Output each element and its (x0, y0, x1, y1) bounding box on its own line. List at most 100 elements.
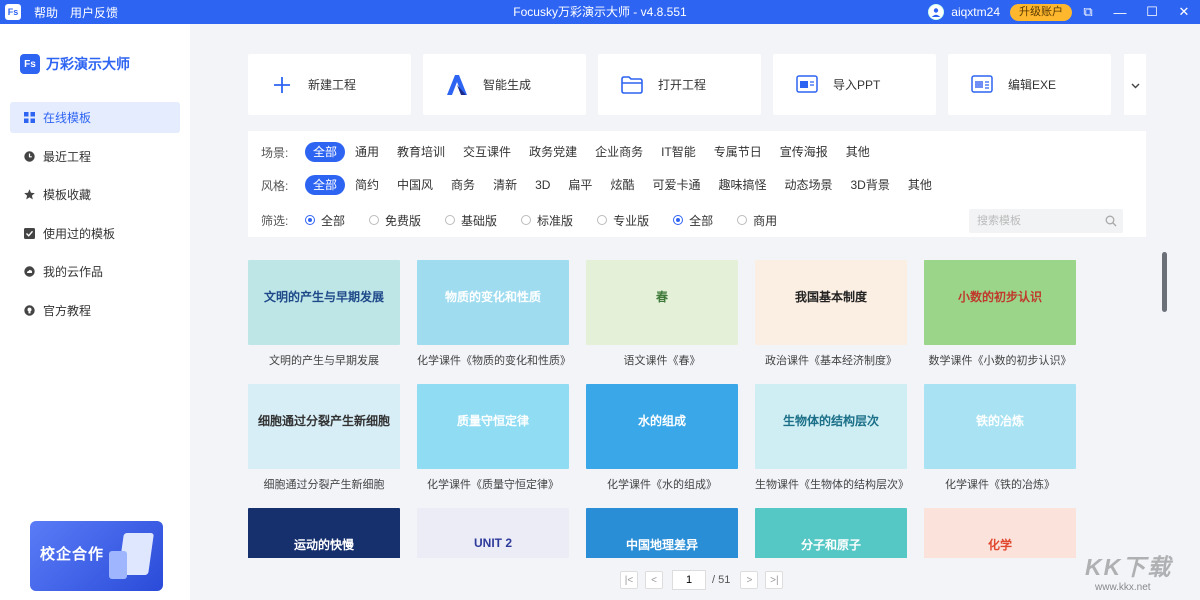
import-ppt-button[interactable]: 导入PPT (773, 54, 936, 115)
sidebar-item-recent-projects[interactable]: 最近工程 (10, 141, 180, 172)
style-chip[interactable]: 趣味搞怪 (710, 175, 774, 195)
sidebar-item-favorites[interactable]: 模板收藏 (10, 179, 180, 210)
sidebar-item-cloud-works[interactable]: 我的云作品 (10, 256, 180, 287)
template-card[interactable]: 春语文课件《春》 (586, 260, 738, 370)
menu-help[interactable]: 帮助 (34, 4, 58, 21)
chevron-down-icon (1131, 78, 1140, 92)
scene-chip[interactable]: 交互课件 (455, 142, 519, 162)
plus-icon (270, 73, 294, 97)
thumbnail-heading: 化学 (987, 538, 1012, 552)
style-chip[interactable]: 3D背景 (843, 175, 898, 195)
template-card[interactable]: 我国基本制度 政治课件《基本经济制度》 (755, 260, 907, 370)
scene-filter-row: 场景: 全部 通用 教育培训 交互课件 政务党建 企业商务 IT智能 专属节日 … (261, 142, 880, 162)
style-chip[interactable]: 清新 (485, 175, 525, 195)
style-chip[interactable]: 3D (527, 175, 558, 195)
version-radio-free[interactable]: 免费版 (369, 212, 421, 229)
scene-label: 场景: (261, 145, 289, 160)
radio-icon (597, 215, 608, 225)
style-chip[interactable]: 中国风 (389, 175, 441, 195)
version-radio-basic[interactable]: 基础版 (445, 212, 497, 229)
usage-radio-all[interactable]: 全部 (673, 212, 713, 229)
scene-chip[interactable]: 专属节日 (706, 142, 770, 162)
template-card[interactable]: 化学 (924, 508, 1076, 558)
template-card[interactable]: 中国地理差异 (586, 508, 738, 558)
template-title: 语文课件《春》 (623, 355, 701, 367)
radio-label: 免费版 (385, 213, 422, 228)
scene-chip[interactable]: 政务党建 (521, 142, 585, 162)
sidebar-item-used-templates[interactable]: 使用过的模板 (10, 218, 180, 249)
template-card[interactable]: UNIT 2 (417, 508, 569, 558)
template-card[interactable]: 文明的产生与早期发展 文明的产生与早期发展 (248, 260, 400, 370)
scene-chip[interactable]: 宣传海报 (772, 142, 836, 162)
action-label: 编辑EXE (1008, 78, 1057, 92)
close-icon[interactable]: ✕ (1168, 0, 1200, 24)
version-radio-standard[interactable]: 标准版 (521, 212, 573, 229)
style-chip[interactable]: 全部 (305, 175, 346, 195)
style-chip[interactable]: 其他 (900, 175, 940, 195)
page-total: / 51 (712, 574, 731, 586)
template-thumbnail: 运动的快慢 (248, 508, 400, 558)
style-chip[interactable]: 动态场景 (776, 175, 840, 195)
ai-generate-button[interactable]: 智能生成 (423, 54, 586, 115)
user-avatar-icon[interactable] (928, 4, 945, 20)
style-chip[interactable]: 可爱卡通 (644, 175, 708, 195)
action-label: 智能生成 (483, 78, 532, 92)
template-card[interactable]: 运动的快慢 (248, 508, 400, 558)
template-title: 化学课件《铁的冶炼》 (945, 479, 1055, 491)
version-radio-pro[interactable]: 专业版 (597, 212, 649, 229)
search-icon[interactable] (1105, 215, 1117, 227)
folder-icon (620, 73, 644, 97)
sidebar-item-online-templates[interactable]: 在线模板 (10, 102, 180, 133)
minimize-icon[interactable]: — (1104, 0, 1136, 24)
last-page-button[interactable]: >| (765, 571, 784, 589)
template-card[interactable]: 细胞通过分裂产生新细胞 细胞通过分裂产生新细胞 (248, 384, 400, 494)
style-chip[interactable]: 简约 (347, 175, 387, 195)
restore-window-icon[interactable]: ⧉ (1072, 0, 1104, 24)
upgrade-account-button[interactable]: 升级账户 (1010, 3, 1072, 21)
template-card[interactable]: 分子和原子 (755, 508, 907, 558)
style-filter-row: 风格: 全部 简约 中国风 商务 清新 3D 扁平 炫酷 可爱卡通 趣味搞怪 动… (261, 175, 942, 195)
template-card[interactable]: 质量守恒定律 化学课件《质量守恒定律》 (417, 384, 569, 494)
scene-chip[interactable]: 通用 (347, 142, 387, 162)
style-chip[interactable]: 炫酷 (602, 175, 642, 195)
template-card[interactable]: 生物体的结构层次 生物课件《生物体的结构层次》 (755, 384, 907, 494)
template-title: 化学课件《质量守恒定律》 (427, 479, 559, 491)
template-card[interactable]: 小数的初步认识 数学课件《小数的初步认识》 (924, 260, 1076, 370)
template-thumbnail: 物质的变化和性质 (417, 260, 569, 345)
scene-chip[interactable]: 全部 (305, 142, 346, 162)
menu-feedback[interactable]: 用户反馈 (70, 4, 118, 21)
template-title: 化学课件《物质的变化和性质》 (417, 355, 569, 367)
thumbnail-heading: 分子和原子 (800, 538, 861, 552)
page-number-input[interactable] (672, 570, 706, 590)
thumbnail-heading: 小数的初步认识 (957, 290, 1042, 304)
scrollbar-thumb[interactable] (1162, 252, 1167, 312)
new-project-button[interactable]: 新建工程 (248, 54, 411, 115)
scene-chip[interactable]: IT智能 (653, 142, 704, 162)
template-card[interactable]: 物质的变化和性质化学课件《物质的变化和性质》 (417, 260, 569, 370)
scene-chip[interactable]: 教育培训 (389, 142, 453, 162)
radio-icon (737, 215, 748, 225)
style-chip[interactable]: 扁平 (560, 175, 600, 195)
edit-exe-button[interactable]: 编辑EXE (948, 54, 1111, 115)
screen-filter-row: 筛选: 全部 免费版 基础版 标准版 专业版 全部 商用 (261, 210, 801, 230)
open-project-button[interactable]: 打开工程 (598, 54, 761, 115)
radio-label: 专业版 (613, 213, 650, 228)
maximize-icon[interactable]: ☐ (1136, 0, 1168, 24)
usage-radio-commercial[interactable]: 商用 (737, 212, 777, 229)
template-title: 政治课件《基本经济制度》 (765, 355, 897, 367)
username[interactable]: aiqxtm24 (951, 5, 1000, 19)
template-card[interactable]: 水的组成 化学课件《水的组成》 (586, 384, 738, 494)
scene-chip[interactable]: 企业商务 (587, 142, 651, 162)
sidebar-item-tutorials[interactable]: 官方教程 (10, 295, 180, 326)
search-input[interactable] (969, 209, 1123, 233)
first-page-button[interactable]: |< (620, 571, 638, 589)
next-page-button[interactable]: > (740, 571, 759, 589)
template-card[interactable]: 铁的冶炼 化学课件《铁的冶炼》 (924, 384, 1076, 494)
more-actions-button[interactable] (1124, 54, 1146, 115)
version-radio-all[interactable]: 全部 (305, 212, 345, 229)
lightbulb-icon (24, 304, 35, 316)
style-chip[interactable]: 商务 (443, 175, 483, 195)
prev-page-button[interactable]: < (645, 571, 663, 589)
scene-chip[interactable]: 其他 (838, 142, 878, 162)
school-enterprise-banner[interactable]: 校企合作 (30, 521, 163, 591)
